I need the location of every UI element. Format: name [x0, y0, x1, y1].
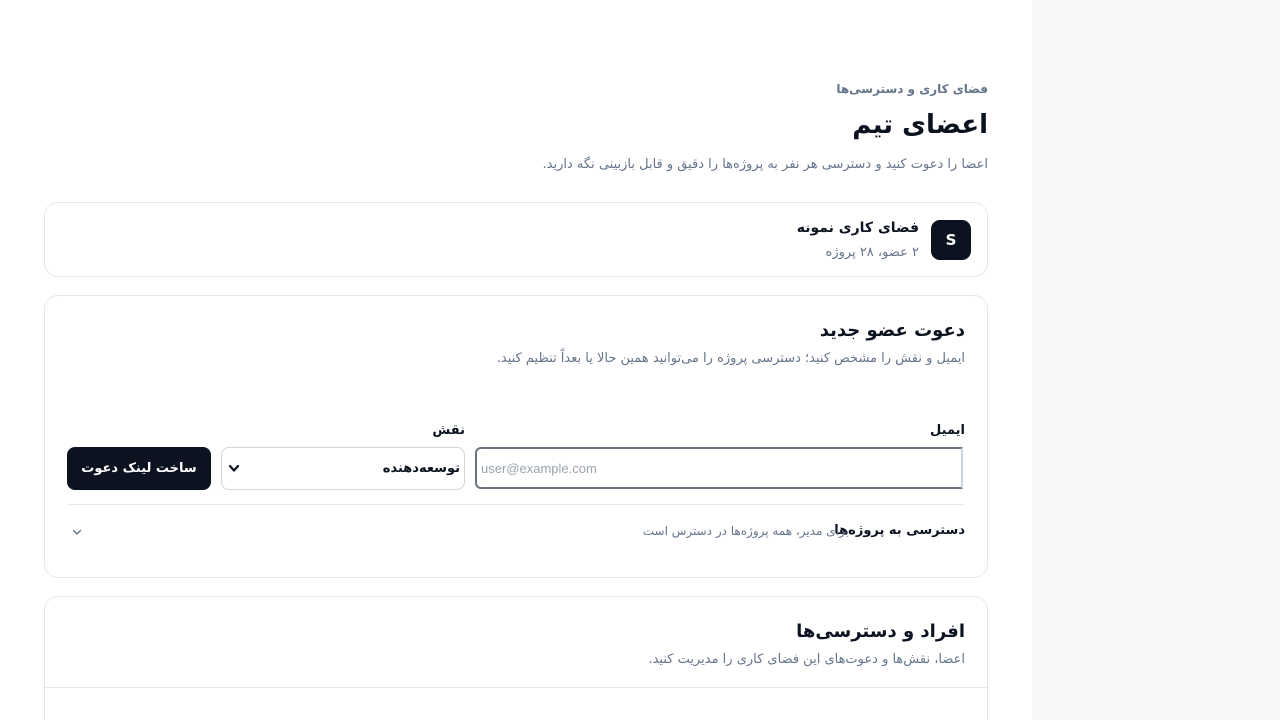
project-access-hint: برای مدیر، همه پروژه‌ها در دسترس است — [642, 524, 849, 538]
members-title: افراد و دسترسی‌ها — [796, 621, 965, 642]
workspace-avatar: S — [931, 220, 971, 260]
role-select-value: توسعه‌دهنده — [382, 461, 460, 476]
workspace-meta: ۲ عضو، ۲۸ پروژه — [825, 245, 919, 260]
members-subtitle: اعضا، نقش‌ها و دعوت‌های این فضای کاری را… — [648, 652, 965, 667]
side-panel — [1032, 0, 1280, 720]
chevron-down-icon — [228, 464, 240, 472]
main-content: فضای کاری و دسترسی‌ها اعضای تیم اعضا را … — [44, 0, 988, 720]
create-invite-link-button[interactable]: ساخت لینک دعوت — [67, 447, 211, 490]
page-title: اعضای تیم — [852, 110, 988, 140]
workspace-name: فضای کاری نمونه — [796, 220, 919, 236]
email-input[interactable] — [475, 447, 963, 489]
chevron-down-icon[interactable] — [71, 526, 83, 538]
divider — [45, 687, 987, 688]
divider — [67, 504, 965, 505]
workspace-card: S فضای کاری نمونه ۲ عضو، ۲۸ پروژه — [44, 202, 988, 277]
email-label: ایمیل — [930, 423, 965, 438]
invite-title: دعوت عضو جدید — [819, 320, 965, 341]
invite-subtitle: ایمیل و نقش را مشخص کنید؛ دسترسی پروژه ر… — [496, 351, 965, 366]
invite-card: دعوت عضو جدید ایمیل و نقش را مشخص کنید؛ … — [44, 295, 988, 578]
members-card: افراد و دسترسی‌ها اعضا، نقش‌ها و دعوت‌ها… — [44, 596, 988, 720]
project-access-toggle[interactable]: دسترسی به پروژه‌ها — [834, 523, 965, 538]
breadcrumb[interactable]: فضای کاری و دسترسی‌ها — [836, 82, 988, 96]
role-label: نقش — [432, 423, 465, 438]
page-subtitle: اعضا را دعوت کنید و دسترسی هر نفر به پرو… — [542, 157, 988, 172]
role-select[interactable]: توسعه‌دهنده — [221, 447, 465, 490]
